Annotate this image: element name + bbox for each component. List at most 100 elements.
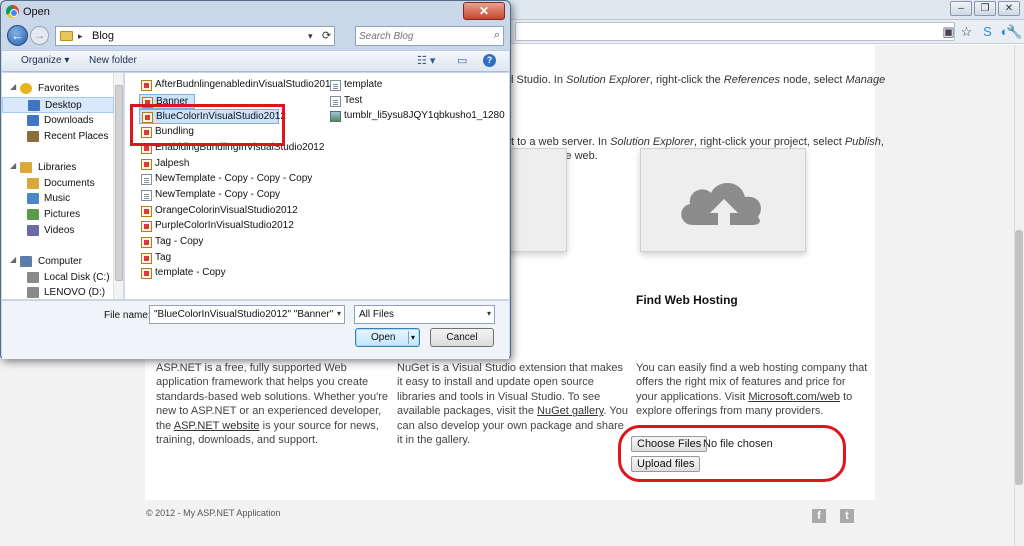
page-scrollbar[interactable]: [1014, 45, 1024, 546]
file-type-value: All Files: [359, 309, 395, 320]
nav-item-computer[interactable]: ◢ Computer: [2, 254, 114, 270]
address-bar[interactable]: [515, 22, 955, 41]
restore-button[interactable]: ❐: [974, 1, 996, 16]
libraries-icon: [20, 162, 32, 173]
file-item[interactable]: Tag - Copy: [139, 235, 319, 250]
solution-file-icon: [141, 205, 152, 217]
nav-item-favorites[interactable]: ◢ Favorites: [2, 81, 114, 97]
file-name: template - Copy: [155, 267, 226, 279]
view-options-icon[interactable]: ☷ ▾: [417, 54, 435, 67]
star-icon: [20, 83, 32, 94]
open-button[interactable]: Open ▾: [355, 328, 420, 347]
refresh-icon[interactable]: ⟳: [322, 29, 331, 42]
nav-item-label: Downloads: [44, 115, 94, 126]
search-icon[interactable]: ⌕: [494, 29, 500, 42]
file-item[interactable]: NewTemplate - Copy - Copy: [139, 188, 319, 203]
navigation-scrollbar[interactable]: [113, 73, 123, 299]
downloads-icon: [27, 115, 39, 126]
nav-item-desktop[interactable]: Desktop: [2, 97, 114, 113]
file-item[interactable]: Tag: [139, 251, 319, 266]
nav-item-pictures[interactable]: Pictures: [2, 207, 114, 223]
page-scrollbar-thumb[interactable]: [1015, 230, 1023, 485]
expand-arrow-icon[interactable]: ◢: [10, 82, 16, 91]
file-item[interactable]: Jalpesh: [139, 157, 319, 172]
navigation-scrollbar-thumb[interactable]: [115, 85, 123, 281]
nav-item-label: LENOVO (D:): [44, 287, 106, 298]
intro-text-line-1: l Studio. In Solution Explorer, right-cl…: [511, 74, 886, 86]
annotation-ellipse: [618, 425, 846, 482]
twitter-icon[interactable]: t: [840, 509, 854, 523]
nav-item-documents[interactable]: Documents: [2, 176, 114, 192]
file-name: tumblr_li5ysu8JQY1qbkusho1_1280: [344, 110, 505, 122]
microsoft-web-link[interactable]: Microsoft.com/web: [748, 391, 840, 403]
file-type-dropdown-icon[interactable]: ▾: [487, 309, 491, 318]
nav-item-downloads[interactable]: Downloads: [2, 113, 114, 129]
hosting-tile: [640, 148, 806, 252]
file-item[interactable]: NewTemplate - Copy - Copy - Copy: [139, 172, 319, 187]
nav-item-label: Libraries: [38, 162, 77, 173]
expand-arrow-icon[interactable]: ◢: [10, 255, 16, 264]
filename-input[interactable]: "BlueColorInVisualStudio2012" "Banner" ▾: [149, 305, 345, 324]
cancel-button[interactable]: Cancel: [430, 328, 494, 347]
forward-button[interactable]: →: [30, 26, 49, 45]
nuget-gallery-link[interactable]: NuGet gallery: [537, 405, 603, 417]
page-action-icon[interactable]: ▣: [940, 23, 957, 40]
path-chevron-icon[interactable]: ▸: [78, 31, 83, 42]
help-icon[interactable]: ?: [483, 54, 496, 67]
nav-item-local-disk-c[interactable]: Local Disk (C:): [2, 270, 114, 286]
new-folder-button[interactable]: New folder: [89, 55, 137, 66]
search-input[interactable]: [359, 29, 484, 43]
open-button-divider: [408, 331, 409, 344]
open-dropdown-icon[interactable]: ▾: [411, 333, 415, 342]
nav-item-lenovo-d[interactable]: LENOVO (D:): [2, 285, 114, 299]
file-item[interactable]: Test: [328, 94, 503, 109]
facebook-icon[interactable]: f: [812, 509, 826, 523]
nav-item-label: Videos: [44, 225, 75, 236]
image-file-icon: [330, 111, 341, 123]
solution-file-icon: [141, 268, 152, 280]
intro-text-line-2: t to a web server. In Solution Explorer,…: [511, 136, 884, 148]
minimize-button[interactable]: –: [950, 1, 972, 16]
nav-item-label: Documents: [44, 178, 95, 189]
window-close-button[interactable]: ✕: [998, 1, 1020, 16]
file-item[interactable]: OrangeColorinVisualStudio2012: [139, 204, 319, 219]
dialog-command-bar: Organize ▾ New folder ☷ ▾ ▭ ?: [2, 50, 509, 72]
filename-dropdown-icon[interactable]: ▾: [337, 309, 341, 318]
expand-arrow-icon[interactable]: ◢: [10, 161, 16, 170]
organize-button[interactable]: Organize ▾: [21, 55, 69, 66]
nav-item-music[interactable]: Music: [2, 191, 114, 207]
file-name: NewTemplate - Copy - Copy - Copy: [155, 173, 313, 185]
path-dropdown-icon[interactable]: ▾: [308, 31, 313, 42]
aspnet-website-link[interactable]: ASP.NET website: [174, 420, 260, 432]
file-item[interactable]: template - Copy: [139, 266, 319, 281]
navigation-pane: ◢ Favorites Desktop Downloads Recent Places ◢…: [2, 73, 124, 299]
dialog-close-button[interactable]: ✕: [463, 2, 505, 20]
file-item[interactable]: template: [328, 78, 503, 93]
file-item[interactable]: AfterBudnlingenabledinVisualStudio2012: [139, 78, 336, 93]
open-button-label: Open: [371, 332, 396, 343]
file-item[interactable]: PurpleColorInVisualStudio2012: [139, 219, 319, 234]
hosting-title: Find Web Hosting: [636, 293, 738, 307]
preview-pane-icon[interactable]: ▭: [457, 54, 467, 67]
nav-item-libraries[interactable]: ◢ Libraries: [2, 160, 114, 176]
back-button[interactable]: ←: [7, 25, 28, 46]
nav-item-videos[interactable]: Videos: [2, 223, 114, 239]
file-type-filter[interactable]: All Files ▾: [354, 305, 495, 324]
folder-path-box[interactable]: ▸ Blog ▾ ⟳: [55, 26, 335, 46]
nav-item-recent-places[interactable]: Recent Places: [2, 129, 114, 145]
solution-file-icon: [141, 158, 152, 170]
dialog-title-bar[interactable]: Open ✕: [1, 1, 510, 23]
nav-item-label: Pictures: [44, 209, 81, 220]
music-icon: [27, 193, 39, 204]
drive-icon: [27, 287, 39, 298]
search-box[interactable]: ⌕: [355, 26, 504, 46]
text-file-icon: [330, 80, 341, 91]
filename-value: "BlueColorInVisualStudio2012" "Banner": [154, 309, 334, 320]
skype-extension-icon[interactable]: S: [979, 23, 996, 40]
wrench-menu-icon[interactable]: 🔧: [1006, 23, 1023, 40]
nav-item-label: Recent Places: [44, 131, 109, 142]
nav-item-label: Local Disk (C:): [44, 272, 110, 283]
file-item[interactable]: tumblr_li5ysu8JQY1qbkusho1_1280: [328, 109, 505, 124]
bookmark-star-icon[interactable]: ☆: [958, 23, 975, 40]
text-file-icon: [141, 189, 152, 201]
